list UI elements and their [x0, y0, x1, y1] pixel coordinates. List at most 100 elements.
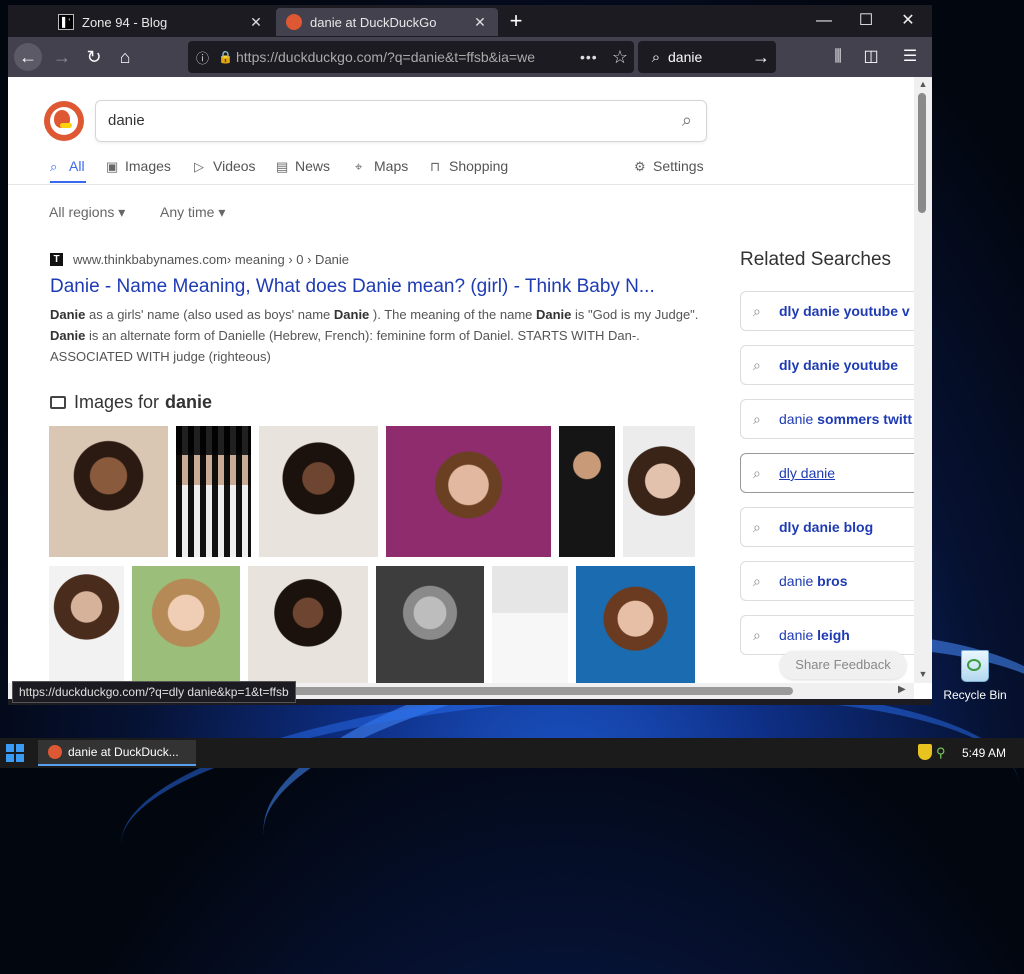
windows-start-icon[interactable] [6, 744, 24, 762]
image-thumbnail[interactable] [559, 426, 615, 557]
image-thumbnail[interactable] [492, 566, 568, 683]
scrollbar-thumb[interactable] [288, 687, 793, 695]
image-thumbnail[interactable] [576, 566, 695, 683]
tab-duckduckgo[interactable]: danie at DuckDuckGo ✕ [276, 8, 498, 36]
browser-search-query[interactable]: danie [668, 49, 752, 65]
tab-images[interactable]: ▣ Images [106, 158, 171, 175]
tab-shopping[interactable]: ⊓ Shopping [430, 158, 508, 175]
duckduckgo-logo[interactable] [44, 101, 84, 141]
minimize-button[interactable]: — [802, 5, 846, 37]
tab-zone94[interactable]: ▌' Zone 94 - Blog ✕ [48, 8, 274, 36]
related-search-text: danie bros [779, 573, 848, 589]
scroll-right-arrow-icon[interactable]: ▶ [898, 684, 906, 695]
image-icon [50, 396, 66, 409]
settings-link[interactable]: ⚙ Settings [634, 158, 704, 175]
related-searches-title: Related Searches [740, 249, 892, 270]
related-search-item[interactable]: ⌕ danie bros [740, 561, 914, 601]
vertical-scrollbar[interactable]: ▲ ▼ [914, 77, 932, 683]
tab-all[interactable]: ⌕ All [50, 158, 85, 175]
search-icon: ⌕ [753, 356, 761, 373]
divider [8, 184, 914, 185]
share-feedback-button[interactable]: Share Feedback [780, 651, 906, 679]
close-window-button[interactable]: ✕ [886, 5, 930, 37]
image-thumbnail[interactable] [386, 426, 551, 557]
recycle-bin-desktop-icon[interactable]: Recycle Bin [938, 650, 1012, 702]
library-icon[interactable]: ⫼ [824, 43, 852, 71]
url-path: /?q=danie&t=ffsb&ia=we [383, 49, 535, 65]
wallpaper-swirl-2 [112, 658, 1024, 972]
navigation-toolbar: ← → ↻ ⌂ ⓘ 🔒 https://duckduckgo.com/?q=da… [8, 37, 932, 77]
page-actions-icon[interactable]: ••• [580, 49, 606, 65]
network-icon[interactable]: ⚲ [936, 745, 950, 760]
new-tab-button[interactable]: + [502, 8, 530, 36]
image-thumbnail[interactable] [259, 426, 378, 557]
result-snippet: Danie as a girls' name (also used as boy… [50, 307, 699, 364]
related-search-item[interactable]: ⌕ dly danie youtube [740, 345, 914, 385]
info-icon[interactable]: ⓘ [196, 48, 218, 67]
browser-search-bar[interactable]: ⌕ danie → [638, 41, 776, 73]
image-thumbnail[interactable] [132, 566, 240, 683]
sidebar-icon[interactable]: ◫ [857, 43, 885, 71]
tab-news[interactable]: ▤ News [276, 158, 330, 175]
duckduckgo-favicon-icon [286, 14, 302, 30]
scroll-down-arrow-icon[interactable]: ▼ [917, 669, 929, 679]
search-icon: ⌕ [753, 572, 761, 589]
recycle-bin-label: Recycle Bin [943, 688, 1007, 702]
tab-title: danie at DuckDuckGo [310, 14, 437, 30]
forward-button[interactable]: → [48, 43, 76, 71]
taskbar-item-browser[interactable]: danie at DuckDuck... [38, 740, 196, 766]
image-thumbnail[interactable] [176, 426, 251, 557]
back-button[interactable]: ← [14, 43, 42, 71]
related-search-item[interactable]: ⌕ dly danie youtube v [740, 291, 914, 331]
result-title-link[interactable]: Danie - Name Meaning, What does Danie me… [50, 276, 700, 298]
zone94-favicon-icon: ▌' [58, 14, 74, 30]
related-search-item[interactable]: ⌕ dly danie [740, 453, 914, 493]
close-icon[interactable]: ✕ [472, 14, 488, 31]
url-text[interactable]: https://duckduckgo.com/?q=danie&t=ffsb&i… [236, 49, 580, 65]
region-filter[interactable]: All regions ▾ [49, 204, 125, 221]
image-thumbnail[interactable] [49, 426, 168, 557]
bookmark-star-icon[interactable]: ☆ [606, 47, 634, 68]
related-search-item[interactable]: ⌕ danie sommers twitt [740, 399, 914, 439]
duckduckgo-favicon-icon [48, 745, 62, 759]
related-search-text: dly danie blog [779, 519, 874, 535]
address-bar[interactable]: ⓘ 🔒 https://duckduckgo.com/?q=danie&t=ff… [188, 41, 634, 73]
tab-maps[interactable]: ⌖ Maps [355, 158, 408, 175]
menu-icon[interactable]: ☰ [896, 43, 924, 71]
settings-sliders-icon: ⚙ [634, 159, 646, 174]
search-input[interactable]: danie ⌕ [95, 100, 707, 142]
tab-title: Zone 94 - Blog [82, 14, 168, 30]
close-icon[interactable]: ✕ [248, 14, 264, 31]
play-icon: ▷ [194, 159, 204, 174]
search-icon: ⌕ [753, 464, 761, 481]
tab-strip: ▌' Zone 94 - Blog ✕ danie at DuckDuckGo … [8, 5, 932, 37]
images-heading[interactable]: Images for danie [50, 392, 212, 413]
security-shield-icon[interactable] [918, 744, 932, 760]
scrollbar-thumb[interactable] [918, 93, 926, 213]
time-filter[interactable]: Any time ▾ [160, 204, 225, 221]
related-search-item[interactable]: ⌕ danie leigh [740, 615, 914, 655]
related-search-text: dly danie youtube v [779, 303, 910, 319]
status-url-tooltip: https://duckduckgo.com/?q=dly danie&kp=1… [12, 681, 296, 703]
go-arrow-icon[interactable]: → [752, 47, 776, 68]
search-icon[interactable]: ⌕ [682, 110, 692, 131]
image-thumbnail[interactable] [376, 566, 484, 683]
tab-label: News [295, 158, 331, 174]
result-url[interactable]: T www.thinkbabynames.com › meaning › 0 ›… [50, 252, 349, 267]
image-thumbnail[interactable] [49, 566, 124, 683]
taskbar: danie at DuckDuck... [0, 738, 1024, 768]
recycle-bin-icon [961, 650, 989, 682]
lock-icon: 🔒 [218, 50, 233, 64]
scroll-up-arrow-icon[interactable]: ▲ [917, 79, 929, 89]
reload-button[interactable]: ↻ [80, 43, 108, 71]
tab-label: Videos [213, 158, 256, 174]
image-icon: ▣ [106, 159, 119, 174]
home-button[interactable]: ⌂ [111, 43, 139, 71]
image-thumbnail[interactable] [248, 566, 368, 683]
related-search-item[interactable]: ⌕ dly danie blog [740, 507, 914, 547]
taskbar-item-label: danie at DuckDuck... [68, 745, 179, 759]
image-thumbnail[interactable] [623, 426, 695, 557]
system-clock[interactable]: 5:49 AM [962, 746, 1006, 760]
maximize-button[interactable]: ☐ [844, 5, 888, 37]
tab-videos[interactable]: ▷ Videos [194, 158, 256, 175]
